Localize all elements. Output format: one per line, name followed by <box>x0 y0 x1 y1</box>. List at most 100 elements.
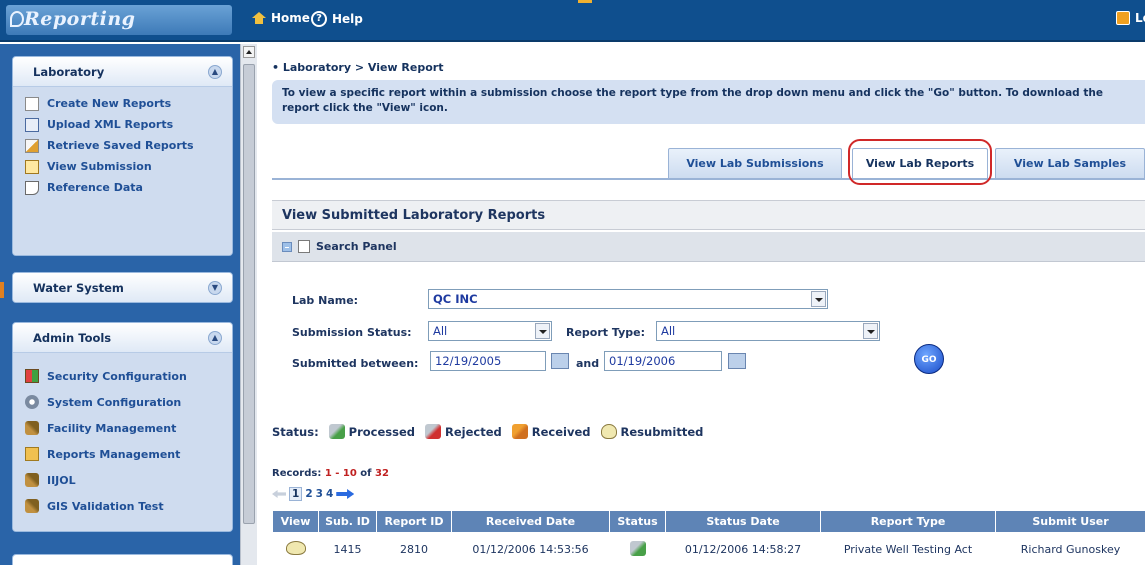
logout-label: Lo <box>1135 11 1145 25</box>
laboratory-panel-header[interactable]: Laboratory ▲ <box>13 57 232 87</box>
collapse-minus-icon[interactable] <box>282 241 292 252</box>
search-panel-header[interactable]: Search Panel <box>272 232 1145 262</box>
home-link[interactable]: Home <box>252 11 310 25</box>
submitted-between-label: Submitted between: <box>292 357 419 370</box>
sidebar: Laboratory ▲ Create New Reports Upload X… <box>0 44 240 565</box>
chevron-down-icon[interactable] <box>863 323 878 339</box>
sidebar-item-create-new-reports[interactable]: Create New Reports <box>25 93 232 114</box>
top-bar: Reporting Home ? Help Lo <box>0 0 1145 42</box>
processed-icon <box>328 424 345 439</box>
page-link-4[interactable]: 4 <box>326 488 333 500</box>
collapse-up-icon[interactable]: ▲ <box>208 331 222 345</box>
status-legend: Status: Processed Rejected Received Resu… <box>272 424 703 439</box>
tab-view-lab-submissions[interactable]: View Lab Submissions <box>668 148 842 178</box>
prev-page-icon[interactable] <box>272 490 286 498</box>
water-system-panel-title: Water System <box>33 280 124 295</box>
search-panel-label: Search Panel <box>316 240 397 253</box>
view-report-icon[interactable] <box>285 541 306 555</box>
admin-tools-panel-header[interactable]: Admin Tools ▲ <box>13 323 232 353</box>
view-cell <box>272 532 319 565</box>
breadcrumb: • Laboratory > View Report <box>272 61 444 74</box>
col-status-date[interactable]: Status Date <box>665 510 821 533</box>
table-row: 1415 2810 01/12/2006 14:53:56 01/12/2006… <box>272 532 1145 565</box>
expand-down-icon[interactable]: ▼ <box>208 281 222 295</box>
sidebar-item-security-configuration[interactable]: Security Configuration <box>25 363 232 389</box>
sidebar-item-retrieve-saved-reports[interactable]: Retrieve Saved Reports <box>25 135 232 156</box>
sidebar-item-upload-xml-reports[interactable]: Upload XML Reports <box>25 114 232 135</box>
lab-name-value: QC INC <box>433 292 478 306</box>
security-icon <box>25 369 39 383</box>
calendar-icon[interactable] <box>728 353 746 369</box>
scrollbar[interactable] <box>240 44 257 565</box>
next-page-icon[interactable] <box>336 489 355 499</box>
processed-icon <box>629 540 646 556</box>
status-resubmitted: Resubmitted <box>620 424 704 439</box>
tab-view-lab-samples[interactable]: View Lab Samples <box>995 148 1145 178</box>
logout-link[interactable]: Lo <box>1116 11 1145 25</box>
collapsed-panel[interactable] <box>12 554 233 565</box>
lab-name-select[interactable]: QC INC <box>428 289 828 309</box>
submission-status-select[interactable]: All <box>428 321 552 341</box>
scroll-thumb[interactable] <box>243 64 255 524</box>
records-range: 1 - 10 <box>324 468 357 479</box>
col-submit-user[interactable]: Submit User <box>995 510 1145 533</box>
tab-underline <box>272 178 1145 180</box>
tab-label: View Lab Samples <box>1013 157 1127 170</box>
collapse-up-icon[interactable]: ▲ <box>208 65 222 79</box>
rejected-icon <box>425 424 442 439</box>
status-received: Received <box>531 424 591 439</box>
admin-tools-panel-title: Admin Tools <box>33 330 112 345</box>
page-link-2[interactable]: 2 <box>305 488 312 500</box>
sidebar-item-view-submission[interactable]: View Submission <box>25 156 232 177</box>
sidebar-item-label: GIS Validation Test <box>47 499 164 513</box>
report-type-value: All <box>661 324 676 338</box>
col-received-date[interactable]: Received Date <box>451 510 610 533</box>
laboratory-panel-title: Laboratory <box>33 64 105 79</box>
sidebar-item-gis-validation-test[interactable]: GIS Validation Test <box>25 493 232 519</box>
lab-name-label: Lab Name: <box>292 294 359 307</box>
chevron-down-icon[interactable] <box>535 323 550 339</box>
records-count: Records: 1 - 10 of 32 <box>272 468 389 479</box>
sidebar-item-reports-management[interactable]: Reports Management <box>25 441 232 467</box>
col-sub-id[interactable]: Sub. ID <box>318 510 377 533</box>
submit-user-cell: Richard Gunoskey <box>995 532 1145 565</box>
logo-text: Reporting <box>24 8 136 30</box>
records-of: of <box>360 468 372 479</box>
col-report-id[interactable]: Report ID <box>376 510 452 533</box>
scroll-up-icon[interactable] <box>243 46 255 58</box>
reference-doc-icon <box>25 180 39 195</box>
calendar-icon[interactable] <box>551 353 569 369</box>
resubmitted-icon <box>600 424 617 439</box>
tab-view-lab-reports[interactable]: View Lab Reports <box>852 148 988 178</box>
top-divider <box>578 0 592 3</box>
sidebar-item-system-configuration[interactable]: System Configuration <box>25 389 232 415</box>
page-link-3[interactable]: 3 <box>316 488 323 500</box>
sidebar-item-iijol[interactable]: IIJOL <box>25 467 232 493</box>
go-button[interactable]: GO <box>914 344 944 374</box>
laboratory-panel: Laboratory ▲ Create New Reports Upload X… <box>12 56 233 256</box>
sub-id-cell: 1415 <box>318 532 377 565</box>
help-link[interactable]: ? Help <box>311 11 363 27</box>
tab-bar: View Lab Submissions View Lab Reports Vi… <box>668 148 1145 178</box>
wrench-icon <box>25 499 39 513</box>
received-icon <box>511 424 528 439</box>
sidebar-item-label: Retrieve Saved Reports <box>47 139 194 152</box>
chevron-down-icon[interactable] <box>811 291 826 307</box>
sidebar-item-reference-data[interactable]: Reference Data <box>25 177 232 198</box>
page-link-1[interactable]: 1 <box>289 487 303 501</box>
col-status[interactable]: Status <box>609 510 666 533</box>
app-logo[interactable]: Reporting <box>6 5 232 35</box>
date-from-input[interactable]: 12/19/2005 <box>430 351 546 371</box>
report-type-select[interactable]: All <box>656 321 880 341</box>
col-view[interactable]: View <box>272 510 319 533</box>
col-report-type[interactable]: Report Type <box>820 510 996 533</box>
sidebar-item-facility-management[interactable]: Facility Management <box>25 415 232 441</box>
status-rejected: Rejected <box>445 424 502 439</box>
status-date-cell: 01/12/2006 14:58:27 <box>665 532 821 565</box>
xml-upload-icon <box>25 117 39 132</box>
section-title: View Submitted Laboratory Reports <box>272 200 1145 230</box>
admin-tools-panel-body: Security Configuration System Configurat… <box>13 353 232 531</box>
submission-status-value: All <box>433 324 448 338</box>
date-to-input[interactable]: 01/19/2006 <box>604 351 722 371</box>
water-system-panel-header[interactable]: Water System ▼ <box>13 273 232 302</box>
